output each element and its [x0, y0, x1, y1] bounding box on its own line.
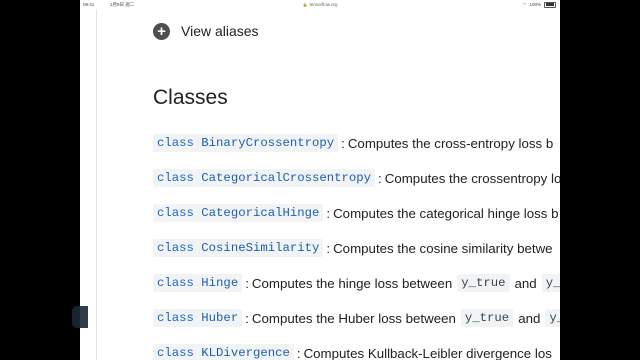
class-code[interactable]: class Huber — [153, 309, 243, 327]
class-description: Computes the Huber loss between — [251, 310, 456, 326]
status-bar: 09:41 1月9日 週二 🔒 tensorflow.org ◠ 100% — [80, 0, 560, 9]
class-keyword: class — [157, 206, 194, 220]
lock-icon: 🔒 — [302, 2, 308, 7]
class-row: class CategoricalCrossentropy: Computes t… — [153, 168, 560, 188]
class-description: Computes the hinge loss between — [251, 275, 453, 291]
class-row: class Hinge: Computes the hinge loss betw… — [153, 273, 560, 293]
class-row: class Huber: Computes the Huber loss betw… — [153, 308, 560, 328]
class-row: class CategoricalHinge: Computes the cate… — [153, 203, 559, 223]
class-keyword: class — [157, 136, 194, 150]
arg-code: y_true — [460, 309, 514, 327]
class-name-link[interactable]: Huber — [201, 311, 238, 325]
class-code[interactable]: class BinaryCrossentropy — [153, 134, 339, 152]
class-code[interactable]: class Hinge — [153, 274, 243, 292]
class-description: Computes Kullback-Leibler divergence los — [303, 345, 552, 360]
and-text: and — [518, 310, 541, 326]
class-keyword: class — [157, 241, 194, 255]
battery-percent: 100% — [529, 2, 541, 7]
view-aliases-button[interactable]: + View aliases — [153, 21, 259, 41]
class-name-link[interactable]: CosineSimilarity — [201, 241, 319, 255]
arg-code: y_ — [545, 309, 560, 327]
class-keyword: class — [157, 171, 194, 185]
class-row: class KLDivergence: Computes Kullback-Lei… — [153, 343, 552, 360]
class-name-link[interactable]: KLDivergence — [201, 346, 290, 360]
status-icons: ◠ 100% — [523, 0, 556, 9]
floating-edge-tab[interactable] — [72, 306, 88, 328]
browser-viewport: 09:41 1月9日 週二 🔒 tensorflow.org ◠ 100% + V… — [80, 0, 560, 360]
class-row: class BinaryCrossentropy: Computes the cr… — [153, 133, 553, 153]
class-name-link[interactable]: CategoricalHinge — [201, 206, 319, 220]
class-name-link[interactable]: CategoricalCrossentropy — [201, 171, 371, 185]
and-text: and — [514, 275, 537, 291]
class-row: class CosineSimilarity: Computes the cosi… — [153, 238, 553, 258]
class-keyword: class — [157, 311, 194, 325]
wifi-icon: ◠ — [522, 2, 527, 7]
class-description: Computes the crossentropy lo — [384, 170, 560, 186]
class-name-link[interactable]: BinaryCrossentropy — [201, 136, 334, 150]
class-code[interactable]: class CosineSimilarity — [153, 239, 324, 257]
arg-code: y_true — [457, 274, 510, 292]
class-description: Computes the cross-entropy loss b — [347, 135, 554, 151]
address-url[interactable]: 🔒 tensorflow.org — [80, 0, 560, 9]
arg-code: y_ — [541, 274, 560, 292]
section-heading: Classes — [153, 86, 228, 109]
class-code[interactable]: class CategoricalHinge — [153, 204, 324, 222]
class-description: Computes the cosine similarity betwe — [333, 240, 553, 256]
class-keyword: class — [157, 276, 194, 290]
view-aliases-label: View aliases — [181, 23, 259, 39]
page-left-border — [96, 9, 97, 360]
class-code[interactable]: class CategoricalCrossentropy — [153, 169, 376, 187]
class-name-link[interactable]: Hinge — [201, 276, 238, 290]
battery-icon — [544, 1, 556, 8]
class-description: Computes the categorical hinge loss b — [333, 205, 559, 221]
plus-circle-icon: + — [153, 22, 170, 40]
class-code[interactable]: class KLDivergence — [153, 344, 294, 360]
class-keyword: class — [157, 346, 194, 360]
address-url-text: tensorflow.org — [309, 2, 338, 7]
